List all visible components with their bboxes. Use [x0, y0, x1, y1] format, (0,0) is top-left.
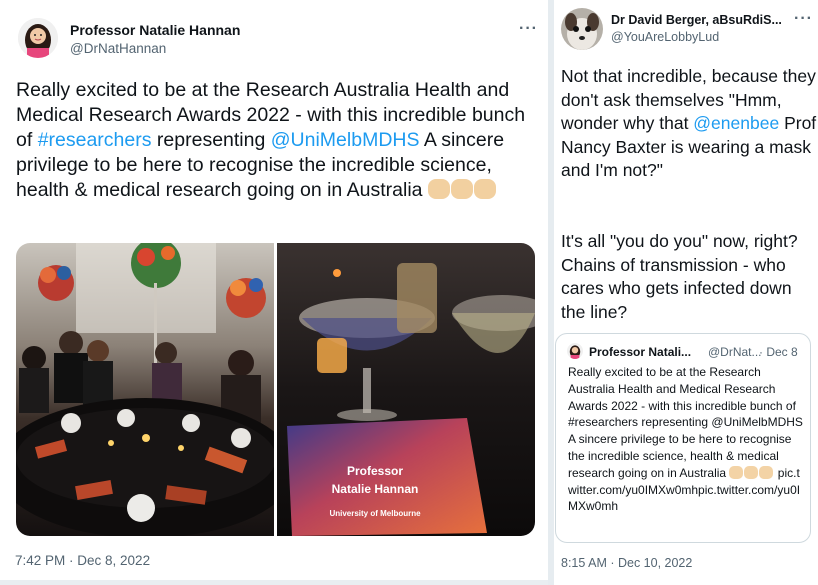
- photo-gala-dinner[interactable]: [16, 243, 274, 536]
- card-name-line1: Professor: [347, 464, 403, 478]
- quoted-tweet-card[interactable]: Professor Natali... @DrNat... · Dec 8 Re…: [555, 333, 811, 543]
- reply-text-1: Not that incredible, because they don't …: [561, 65, 818, 183]
- quote-avatar: [567, 343, 583, 359]
- author-name[interactable]: Dr David Berger, aBsuRdiS...: [611, 13, 782, 27]
- more-icon[interactable]: ···: [794, 10, 813, 28]
- reply-text-2: It's all "you do you" now, right? Chains…: [561, 231, 798, 322]
- author-handle[interactable]: @YouAreLobbyLud: [611, 30, 719, 44]
- author-name[interactable]: Professor Natalie Hannan: [70, 22, 240, 38]
- avatar-dog-icon: [561, 8, 603, 50]
- timestamp[interactable]: 7:42 PM · Dec 8, 2022: [15, 553, 150, 568]
- quote-text-main: Really excited to be at the Research Aus…: [568, 365, 803, 480]
- mention-link[interactable]: @UniMelbMDHS: [271, 129, 420, 151]
- timestamp[interactable]: 8:15 AM · Dec 10, 2022: [561, 556, 692, 570]
- clapping-hands-icon: [473, 179, 496, 199]
- hashtag-link[interactable]: #researchers: [38, 129, 152, 151]
- more-icon[interactable]: ···: [519, 20, 538, 38]
- author-handle[interactable]: @DrNatHannan: [70, 41, 166, 56]
- quote-author-handle: @DrNat...: [708, 345, 762, 359]
- avatar-woman-icon: [567, 343, 583, 359]
- avatar-natalie[interactable]: [18, 18, 58, 58]
- clapping-hands-icon: [729, 465, 744, 479]
- text-part: representing: [151, 129, 271, 151]
- avatar-david[interactable]: [561, 8, 603, 50]
- card-university: University of Melbourne: [329, 509, 421, 518]
- card-name-line2: Natalie Hannan: [332, 482, 419, 496]
- gala-dinner-image: [16, 243, 274, 536]
- mention-link[interactable]: @enenbee: [693, 113, 779, 133]
- clapping-hands-icon: [744, 465, 759, 479]
- quote-date: · Dec 8: [759, 345, 798, 359]
- divider: [0, 580, 548, 585]
- avatar-woman-icon: [18, 18, 58, 58]
- quote-text: Really excited to be at the Research Aus…: [568, 364, 804, 515]
- tweet-text: Really excited to be at the Research Aus…: [16, 78, 531, 203]
- left-tweet: Professor Natalie Hannan @DrNatHannan ··…: [0, 0, 548, 585]
- clapping-hands-icon: [759, 465, 774, 479]
- quote-author-name: Professor Natali...: [589, 345, 692, 359]
- photo-name-card[interactable]: Professor Natalie Hannan University of M…: [277, 243, 535, 536]
- name-card-image: Professor Natalie Hannan University of M…: [277, 243, 535, 536]
- clapping-hands-icon: [450, 179, 473, 199]
- clapping-hands-icon: [427, 179, 450, 199]
